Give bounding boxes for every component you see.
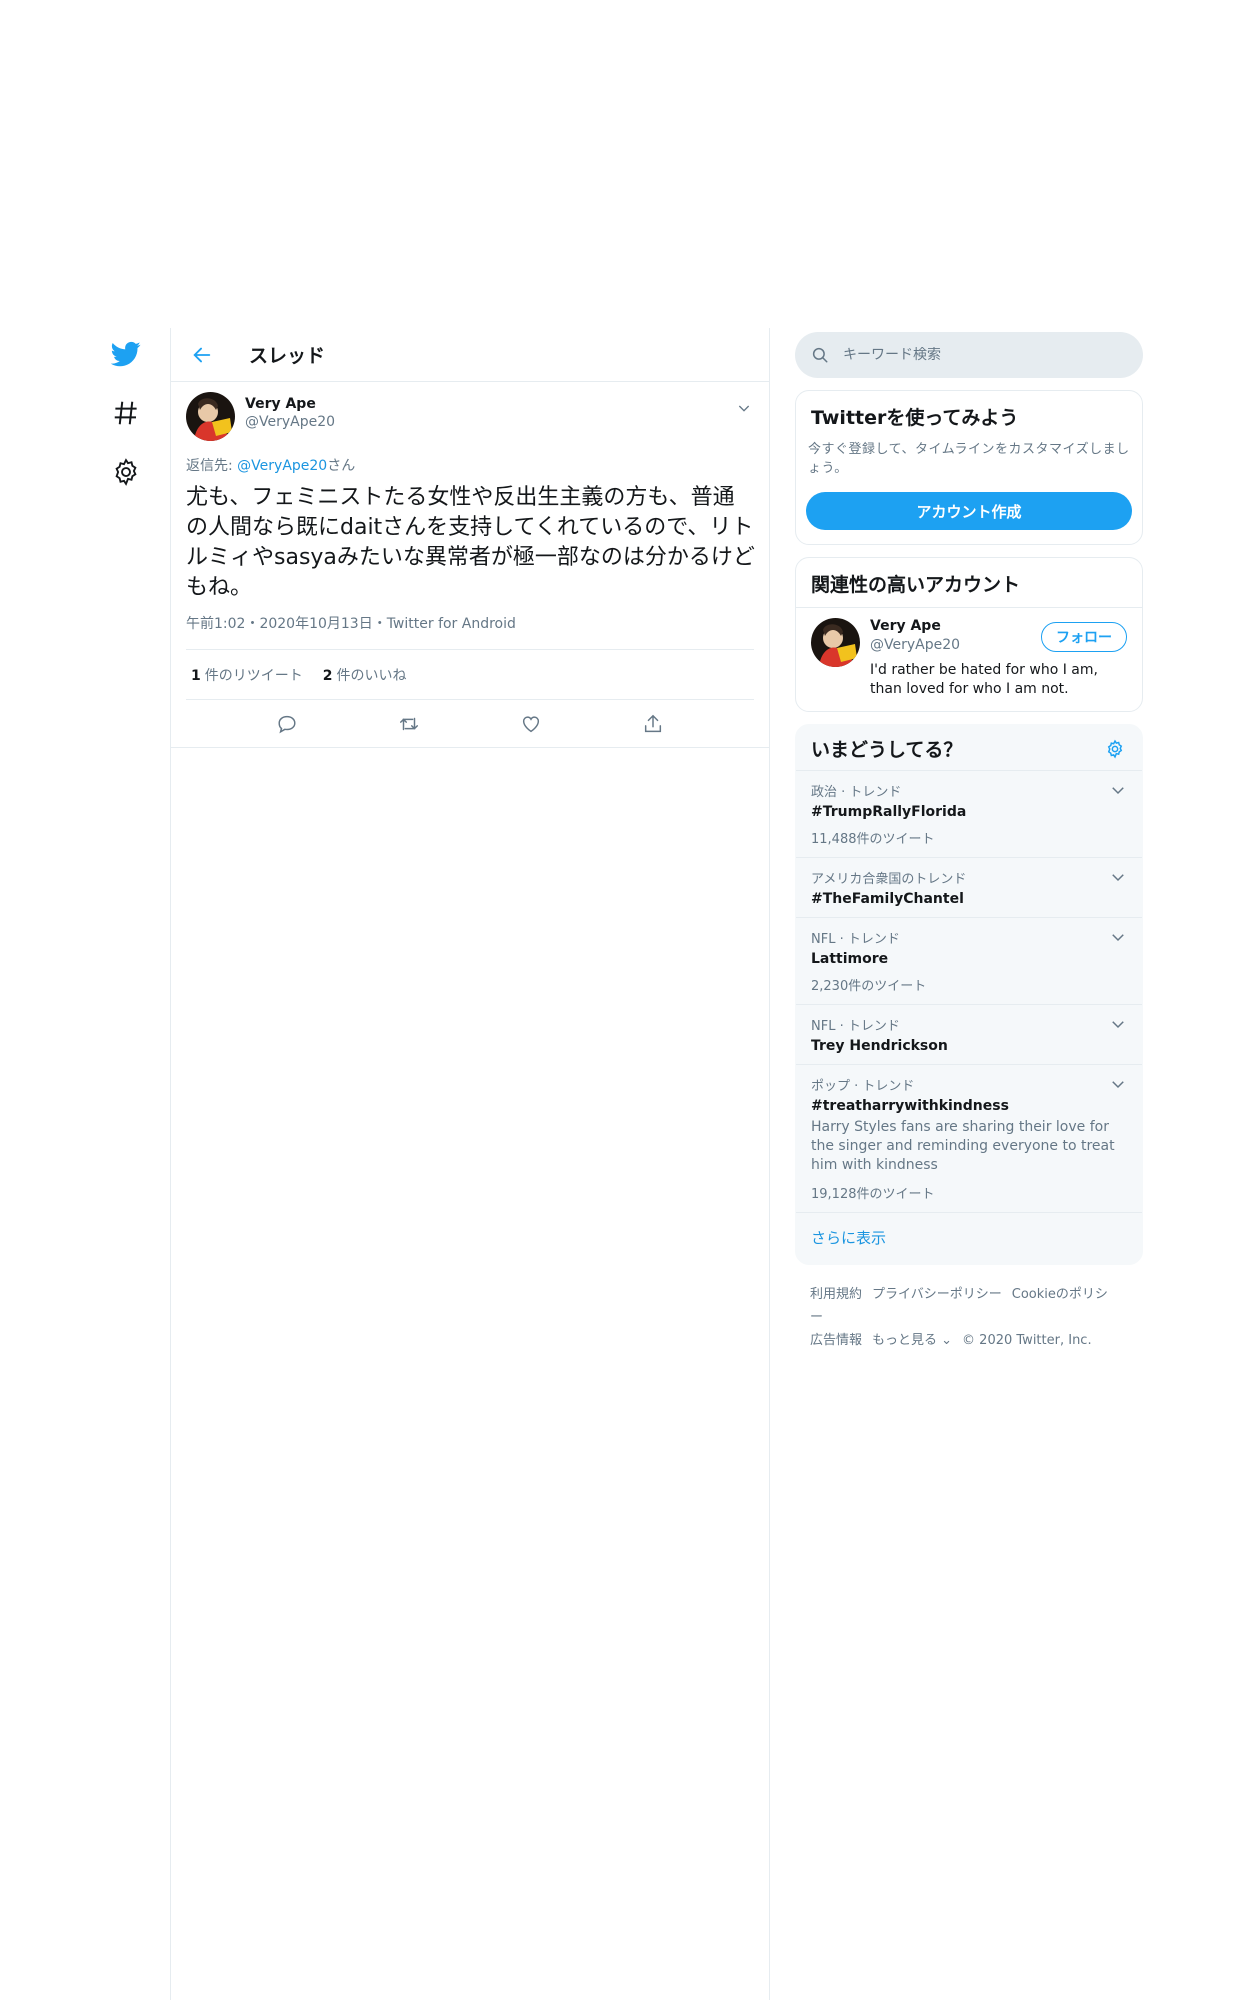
twitter-home-link[interactable] [104,332,148,376]
page-title: スレッド [249,345,326,367]
trend-item[interactable]: NFL · トレンド Lattimore 2,230件のツイート [796,918,1142,1005]
related-title: 関連性の高いアカウント [811,574,1021,596]
like-count-link[interactable]: 2 件のいいね [323,665,407,685]
trend-category: アメリカ合衆国のトレンド [811,872,967,887]
search-box[interactable] [795,332,1143,378]
trend-item[interactable]: ポップ · トレンド #treatharrywithkindness Harry… [796,1065,1142,1213]
settings-link[interactable] [104,450,148,494]
follow-button[interactable]: フォロー [1041,622,1127,652]
trend-name: #treatharrywithkindness [811,1098,1009,1114]
signup-title: Twitterを使ってみよう [811,407,1019,429]
trend-category: ポップ · トレンド [811,1079,915,1094]
retweet-label: 件のリツイート [204,667,303,684]
trend-category: NFL · トレンド [811,932,900,947]
trends-header: いまどうしてる？ [796,725,1142,771]
user-info: Very Ape @VeryApe20 [245,396,335,430]
right-sidebar: Twitterを使ってみよう 今すぐ登録して、タイムラインをカスタマイズしましょ… [795,332,1143,1352]
signup-card: Twitterを使ってみよう 今すぐ登録して、タイムラインをカスタマイズしましょ… [795,390,1143,545]
trend-count: 11,488件のツイート [811,832,935,847]
footer-link-more[interactable]: もっと見る ⌄ [872,1333,952,1348]
trend-item[interactable]: 政治 · トレンド #TrumpRallyFlorida 11,488件のツイー… [796,771,1142,858]
create-account-button[interactable]: アカウント作成 [806,492,1132,530]
trends-title: いまどうしてる？ [811,739,963,761]
thread-header: スレッド [171,328,769,382]
explore-link[interactable] [104,391,148,435]
trend-category: NFL · トレンド [811,1019,900,1034]
twitter-bird-icon [111,341,141,367]
trend-item[interactable]: NFL · トレンド Trey Hendrickson [796,1005,1142,1065]
trend-count: 2,230件のツイート [811,979,927,994]
retweet-count: 1 [191,667,201,684]
related-accounts-card: 関連性の高いアカウント Very Ape @VeryApe20 I'd rath… [795,557,1143,712]
footer: 利用規約 プライバシーポリシー Cookieのポリシー 広告情報 もっと見る ⌄ © 2… [795,1265,1143,1352]
search-input[interactable] [843,347,1103,363]
share-button[interactable] [633,704,673,744]
gear-icon [115,458,137,486]
avatar[interactable] [811,618,860,667]
user-handle[interactable]: @VeryApe20 [245,414,335,430]
retweet-icon [400,717,418,730]
like-button[interactable] [511,704,551,744]
chevron-down-icon[interactable] [1109,1015,1127,1033]
tweet-header: Very Ape @VeryApe20 [186,392,754,441]
user-name[interactable]: Very Ape [245,396,335,412]
share-icon [644,714,662,732]
trends-settings-button[interactable] [1103,737,1127,761]
reply-mention-link[interactable]: @VeryApe20 [237,458,327,474]
heart-icon [522,715,540,732]
trend-category: 政治 · トレンド [811,785,902,800]
footer-link-terms[interactable]: 利用規約 [810,1287,862,1302]
chevron-down-icon [738,405,750,412]
related-account[interactable]: Very Ape @VeryApe20 I'd rather be hated … [796,607,1142,711]
reply-button[interactable] [267,704,307,744]
chevron-down-icon[interactable] [1109,1075,1127,1093]
thread-column: スレッド Very Ape @VeryApe20 返信先: @VeryApe20… [170,328,770,2000]
signup-description: 今すぐ登録して、タイムラインをカスタマイズしましょう。 [808,442,1130,476]
arrow-left-icon [193,347,211,362]
footer-copyright: © 2020 Twitter, Inc. [962,1333,1092,1348]
like-count: 2 [322,667,333,684]
trend-name: #TheFamilyChantel [811,891,964,907]
footer-link-privacy[interactable]: プライバシーポリシー [872,1287,1002,1302]
related-bio: I'd rather be hated for who I am, than l… [870,662,1098,697]
trend-item[interactable]: アメリカ合衆国のトレンド #TheFamilyChantel [796,858,1142,918]
trend-name: #TrumpRallyFlorida [811,804,967,820]
avatar[interactable] [186,392,235,441]
tweet-menu-button[interactable] [734,398,754,418]
reply-icon [278,715,296,733]
tweet-actions [171,700,769,748]
reply-to: 返信先: @VeryApe20さん [186,455,754,475]
chevron-down-icon[interactable] [1109,781,1127,799]
tweet-timestamp[interactable]: 午前1:02・2020年10月13日・Twitter for Android [186,613,754,650]
tweet-stats: 1 件のリツイート 2 件のいいね [186,650,754,700]
back-button[interactable] [185,338,219,372]
footer-link-ads[interactable]: 広告情報 [810,1333,862,1348]
trend-name: Lattimore [811,951,889,967]
like-label: 件のいいね [336,667,407,684]
tweet-text: 尤も、フェミニストたる女性や反出生主義の方も、普通の人間なら既にdaitさんを支… [186,485,755,600]
retweet-count-link[interactable]: 1 件のリツイート [191,665,303,685]
trend-name: Trey Hendrickson [811,1038,948,1054]
hashtag-icon [114,401,137,425]
reply-suffix: さん [327,458,356,474]
left-nav [104,332,148,509]
trend-description: Harry Styles fans are sharing their love… [811,1119,1115,1173]
show-more-link[interactable]: さらに表示 [796,1213,1142,1264]
trends-card: いまどうしてる？ 政治 · トレンド #TrumpRallyFlorida 11… [795,724,1143,1265]
reply-prefix: 返信先: [186,458,238,474]
trend-count: 19,128件のツイート [811,1187,935,1202]
retweet-button[interactable] [389,704,429,744]
chevron-down-icon[interactable] [1109,868,1127,886]
tweet: Very Ape @VeryApe20 返信先: @VeryApe20さん 尤も… [171,382,769,748]
search-icon [812,347,828,363]
chevron-down-icon[interactable] [1109,928,1127,946]
gear-icon [1107,739,1123,759]
